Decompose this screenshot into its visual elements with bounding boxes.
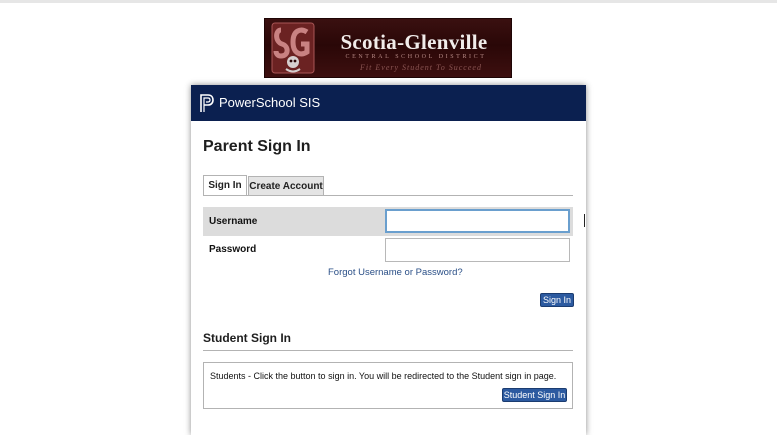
district-subtitle: Central School District bbox=[345, 54, 487, 60]
student-instructions: Students - Click the button to sign in. … bbox=[210, 371, 557, 381]
top-border bbox=[0, 0, 777, 3]
sign-in-button[interactable]: Sign In bbox=[540, 293, 574, 307]
password-label: Password bbox=[209, 244, 257, 255]
forgot-credentials-link[interactable]: Forgot Username or Password? bbox=[328, 267, 463, 278]
card-header: PowerSchool SIS bbox=[191, 85, 586, 121]
powerschool-logo-icon bbox=[200, 94, 214, 112]
district-logo: Scotia-Glenville Central School District… bbox=[264, 18, 512, 78]
student-section-divider bbox=[203, 350, 573, 351]
district-tagline: Fit Every Student To Succeed bbox=[360, 63, 482, 72]
student-sign-in-button[interactable]: Student Sign In bbox=[502, 388, 567, 402]
tab-create-account[interactable]: Create Account bbox=[248, 176, 324, 196]
signin-card: PowerSchool SIS Parent Sign In Sign In C… bbox=[191, 85, 586, 435]
district-name: Scotia-Glenville bbox=[340, 30, 488, 54]
page-title: Parent Sign In bbox=[203, 138, 311, 155]
tab-sign-in[interactable]: Sign In bbox=[203, 175, 247, 196]
brand-title: PowerSchool SIS bbox=[219, 95, 321, 110]
username-input[interactable] bbox=[385, 209, 570, 233]
text-cursor bbox=[584, 214, 585, 227]
username-label: Username bbox=[209, 216, 258, 227]
tab-divider bbox=[203, 195, 573, 196]
password-input[interactable] bbox=[385, 238, 570, 262]
district-seal-icon bbox=[271, 22, 315, 74]
student-section-title: Student Sign In bbox=[203, 331, 291, 345]
